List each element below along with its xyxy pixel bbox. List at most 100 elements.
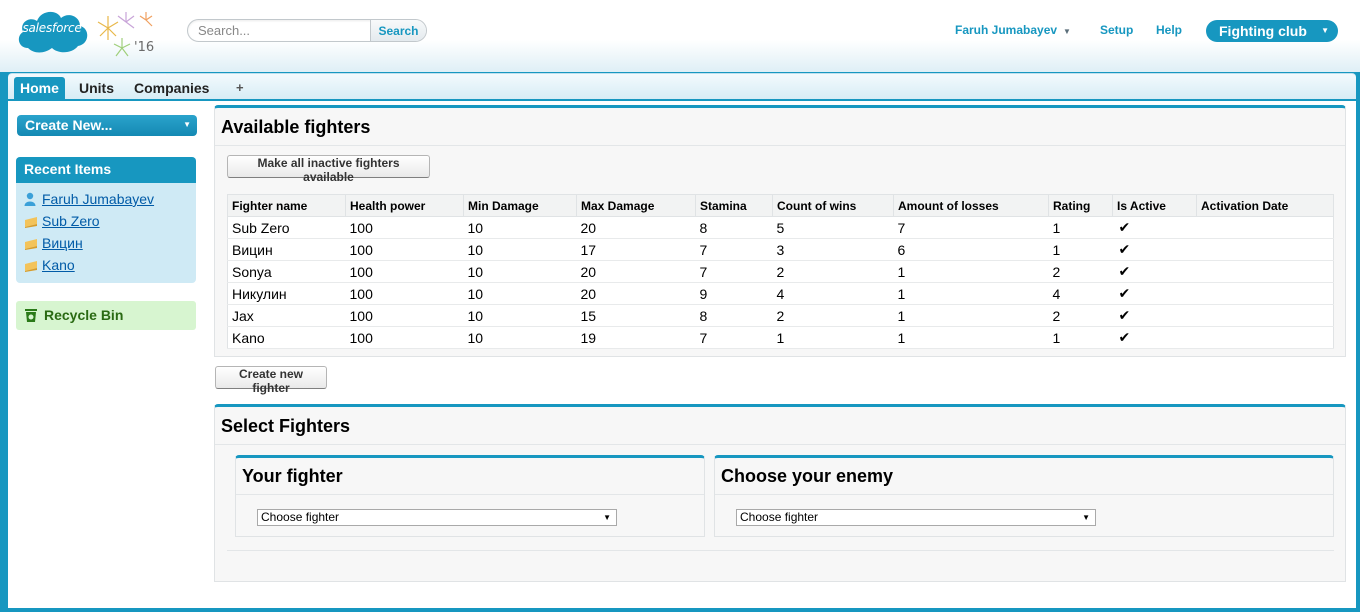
cell-wins: 2	[772, 304, 894, 327]
recent-item-link[interactable]: Faruh Jumabayev	[42, 191, 154, 207]
column-header: Is Active	[1112, 194, 1197, 217]
help-link[interactable]: Help	[1156, 23, 1182, 37]
chevron-down-icon: ▼	[183, 120, 191, 129]
divider	[227, 550, 1334, 551]
panel-title: Select Fighters	[215, 407, 1345, 445]
cell-activation-date	[1196, 260, 1334, 283]
search-box: Search	[187, 19, 427, 42]
table-row: Вицин 100 10 17 7 3 6 1 ✔	[227, 238, 1334, 261]
cell-rating: 2	[1048, 260, 1113, 283]
section-title: Your fighter	[236, 458, 704, 495]
cell-losses: 7	[893, 216, 1049, 239]
header: salesforce '16 Search... Search Faruh Ju…	[0, 0, 1360, 70]
panel-title: Available fighters	[215, 108, 1345, 146]
cell-stamina: 7	[695, 238, 773, 261]
column-header: Stamina	[695, 194, 773, 217]
cell-health: 100	[345, 260, 464, 283]
cell-stamina: 8	[695, 216, 773, 239]
cell-min-damage: 10	[463, 282, 577, 305]
column-header: Count of wins	[772, 194, 894, 217]
column-header: Activation Date	[1196, 194, 1334, 217]
cell-stamina: 7	[695, 260, 773, 283]
column-header: Max Damage	[576, 194, 696, 217]
trash-icon	[24, 304, 38, 333]
your-fighter-select[interactable]: Choose fighter ▼	[257, 509, 617, 526]
cell-health: 100	[345, 326, 464, 349]
user-menu[interactable]: Faruh Jumabayev ▼	[955, 23, 1071, 37]
recycle-bin-label: Recycle Bin	[44, 307, 124, 323]
list-item: Sub Zero	[24, 211, 196, 233]
cell-max-damage: 19	[576, 326, 696, 349]
cell-min-damage: 10	[463, 216, 577, 239]
column-header: Min Damage	[463, 194, 577, 217]
table-row: Jax 100 10 15 8 2 1 2 ✔	[227, 304, 1334, 327]
cell-rating: 4	[1048, 282, 1113, 305]
app-name: Fighting club	[1219, 23, 1307, 39]
create-new-fighter-button[interactable]: Create new fighter	[215, 366, 327, 395]
cell-activation-date	[1196, 216, 1334, 239]
user-icon	[24, 191, 38, 211]
cell-losses: 1	[893, 304, 1049, 327]
search-input[interactable]	[188, 20, 370, 41]
cell-rating: 1	[1048, 238, 1113, 261]
fireworks-icon: '16	[94, 10, 158, 60]
select-value: Choose fighter	[261, 510, 340, 524]
list-item: Вицин	[24, 233, 196, 255]
cell-health: 100	[345, 216, 464, 239]
salesforce-logo[interactable]: salesforce	[14, 4, 90, 56]
select-value: Choose fighter	[740, 510, 819, 524]
record-icon	[24, 257, 38, 277]
app-switcher[interactable]: Fighting club ▼	[1206, 20, 1338, 42]
recent-item-link[interactable]: Sub Zero	[42, 213, 100, 229]
cell-stamina: 7	[695, 326, 773, 349]
fighters-table: Fighter name Health power Min Damage Max…	[227, 194, 1334, 349]
table-row: Sub Zero 100 10 20 8 5 7 1 ✔	[227, 216, 1334, 239]
cell-min-damage: 10	[463, 260, 577, 283]
available-fighters-panel: Available fighters Make all inactive fig…	[214, 105, 1346, 357]
tab-home[interactable]: Home	[14, 77, 65, 100]
release-year: '16	[134, 40, 155, 55]
tab-companies[interactable]: Companies	[128, 77, 215, 100]
cell-losses: 1	[893, 326, 1049, 349]
record-icon	[24, 235, 38, 255]
cell-wins: 1	[772, 326, 894, 349]
cell-min-damage: 10	[463, 326, 577, 349]
checkmark-icon: ✔	[1112, 260, 1197, 283]
cell-activation-date	[1196, 238, 1334, 261]
cell-fighter-name: Sonya	[227, 260, 346, 283]
search-button[interactable]: Search	[370, 20, 426, 41]
page-body: Create New... ▼ Recent Items Faruh Jumab…	[8, 101, 1356, 608]
recent-item-link[interactable]: Вицин	[42, 235, 83, 251]
enemy-select[interactable]: Choose fighter ▼	[736, 509, 1096, 526]
checkmark-icon: ✔	[1112, 304, 1197, 327]
make-all-available-button[interactable]: Make all inactive fighters available	[227, 155, 430, 184]
cell-losses: 1	[893, 282, 1049, 305]
cell-activation-date	[1196, 326, 1334, 349]
column-header: Rating	[1048, 194, 1113, 217]
cell-max-damage: 20	[576, 282, 696, 305]
checkmark-icon: ✔	[1112, 216, 1197, 239]
cell-max-damage: 20	[576, 260, 696, 283]
recycle-bin-link[interactable]: Recycle Bin	[16, 301, 196, 330]
column-header: Health power	[345, 194, 464, 217]
recent-items: Recent Items Faruh Jumabayev Sub Zero Ви…	[16, 157, 196, 283]
checkmark-icon: ✔	[1112, 238, 1197, 261]
recent-item-link[interactable]: Kano	[42, 257, 75, 273]
cell-min-damage: 10	[463, 304, 577, 327]
cell-rating: 1	[1048, 216, 1113, 239]
cell-wins: 3	[772, 238, 894, 261]
cell-activation-date	[1196, 282, 1334, 305]
chevron-down-icon: ▼	[1082, 513, 1090, 522]
cell-health: 100	[345, 282, 464, 305]
cell-health: 100	[345, 304, 464, 327]
record-icon	[24, 213, 38, 233]
all-tabs-plus-icon[interactable]: +	[230, 77, 250, 100]
logo-text: salesforce	[22, 21, 82, 35]
recent-items-title: Recent Items	[16, 157, 196, 183]
create-new-button[interactable]: Create New... ▼	[17, 115, 197, 136]
tab-units[interactable]: Units	[73, 77, 120, 100]
setup-link[interactable]: Setup	[1100, 23, 1133, 37]
create-new-label: Create New...	[25, 117, 113, 133]
cell-stamina: 8	[695, 304, 773, 327]
column-header: Amount of losses	[893, 194, 1049, 217]
